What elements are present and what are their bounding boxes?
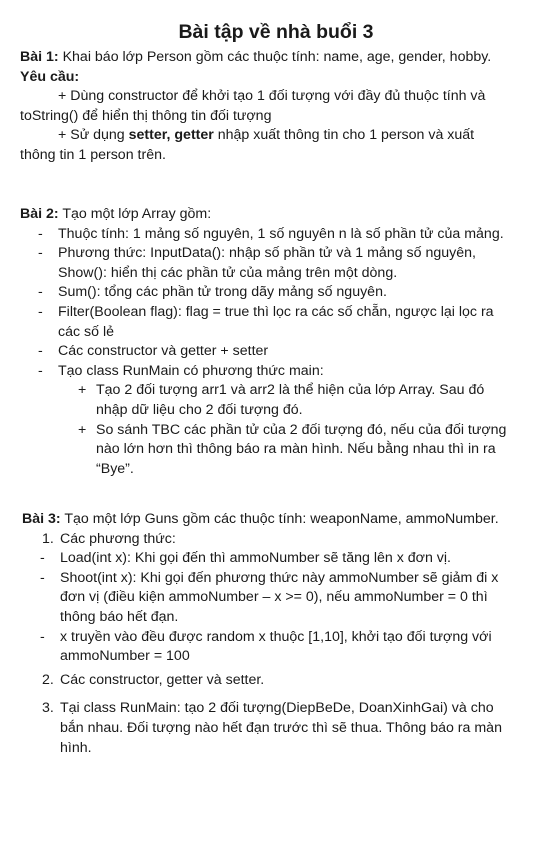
list-item: - Filter(Boolean flag): flag = true thì l…: [38, 303, 494, 340]
numbered-item: 3. Tại class RunMain: tạo 2 đối tượng(Die…: [42, 700, 502, 756]
exercise-2-list: - Thuộc tính: 1 mảng số nguyên, 1 số nguy…: [20, 225, 510, 382]
sub-list-item: + Tạo 2 đối tượng arr1 và arr2 là thể hiệ…: [78, 382, 485, 418]
document-page: Bài tập về nhà buổi 3 Bài 1: Khai báo lớ…: [0, 0, 552, 842]
exercise-3-intro: Bài 3: Tạo một lớp Guns gồm các thuộc tí…: [22, 511, 499, 527]
exercise-1-label: Bài 1:: [20, 49, 59, 65]
page-title: Bài tập về nhà buổi 3: [178, 21, 374, 43]
list-item: - Tạo class RunMain có phương thức main:: [38, 362, 324, 379]
list-item: - Thuộc tính: 1 mảng số nguyên, 1 số nguy…: [38, 225, 504, 242]
exercise-2-sublist: + Tạo 2 đối tượng arr1 và arr2 là thể hiệ…: [20, 381, 510, 479]
exercise-3: Bài 3: Tạo một lớp Guns gồm các thuộc tí…: [22, 510, 512, 758]
list-item: - Load(int x): Khi gọi đến thì ammoNumber…: [40, 550, 451, 567]
exercise-3-list-2: 2. Các constructor, getter và setter.: [22, 671, 512, 691]
requirement-2: + Sử dụng setter, getter nhập xuất thông…: [20, 127, 475, 163]
exercise-1-intro: Bài 1: Khai báo lớp Person gồm các thuộc…: [20, 49, 492, 65]
exercise-2-intro: Bài 2: Tạo một lớp Array gồm:: [20, 206, 212, 222]
list-item: - Các constructor và getter + setter: [38, 343, 269, 360]
numbered-item: 2. Các constructor, getter và setter.: [42, 671, 265, 688]
exercise-3-label: Bài 3:: [22, 511, 61, 527]
list-item: - Sum(): tổng các phần tử trong dãy mảng …: [38, 284, 387, 301]
requirement-1: + Dùng constructor để khởi tạo 1 đối tượ…: [20, 88, 486, 124]
requirements-heading: Yêu cầu:: [20, 68, 80, 85]
list-item: - Shoot(int x): Khi gọi đến phương thức n…: [40, 569, 499, 625]
exercise-1: Bài 1: Khai báo lớp Person gồm các thuộc…: [20, 48, 510, 166]
exercise-3-list: 1. Các phương thức:: [22, 530, 512, 550]
exercise-3-methods: - Load(int x): Khi gọi đến thì ammoNumber…: [22, 549, 512, 667]
exercise-2-label: Bài 2:: [20, 206, 59, 222]
list-item: - Phương thức: InputData(): nhập số phần …: [38, 245, 476, 281]
numbered-item: 1. Các phương thức:: [42, 530, 176, 547]
exercise-2: Bài 2: Tạo một lớp Array gồm: - Thuộc tín…: [20, 205, 510, 479]
list-item: -x truyền vào đều được random x thuộc [1…: [40, 628, 492, 665]
sub-list-item: + So sánh TBC các phần tử của 2 đối tượng…: [78, 421, 507, 477]
exercise-3-list-3: 3. Tại class RunMain: tạo 2 đối tượng(Die…: [22, 699, 512, 758]
